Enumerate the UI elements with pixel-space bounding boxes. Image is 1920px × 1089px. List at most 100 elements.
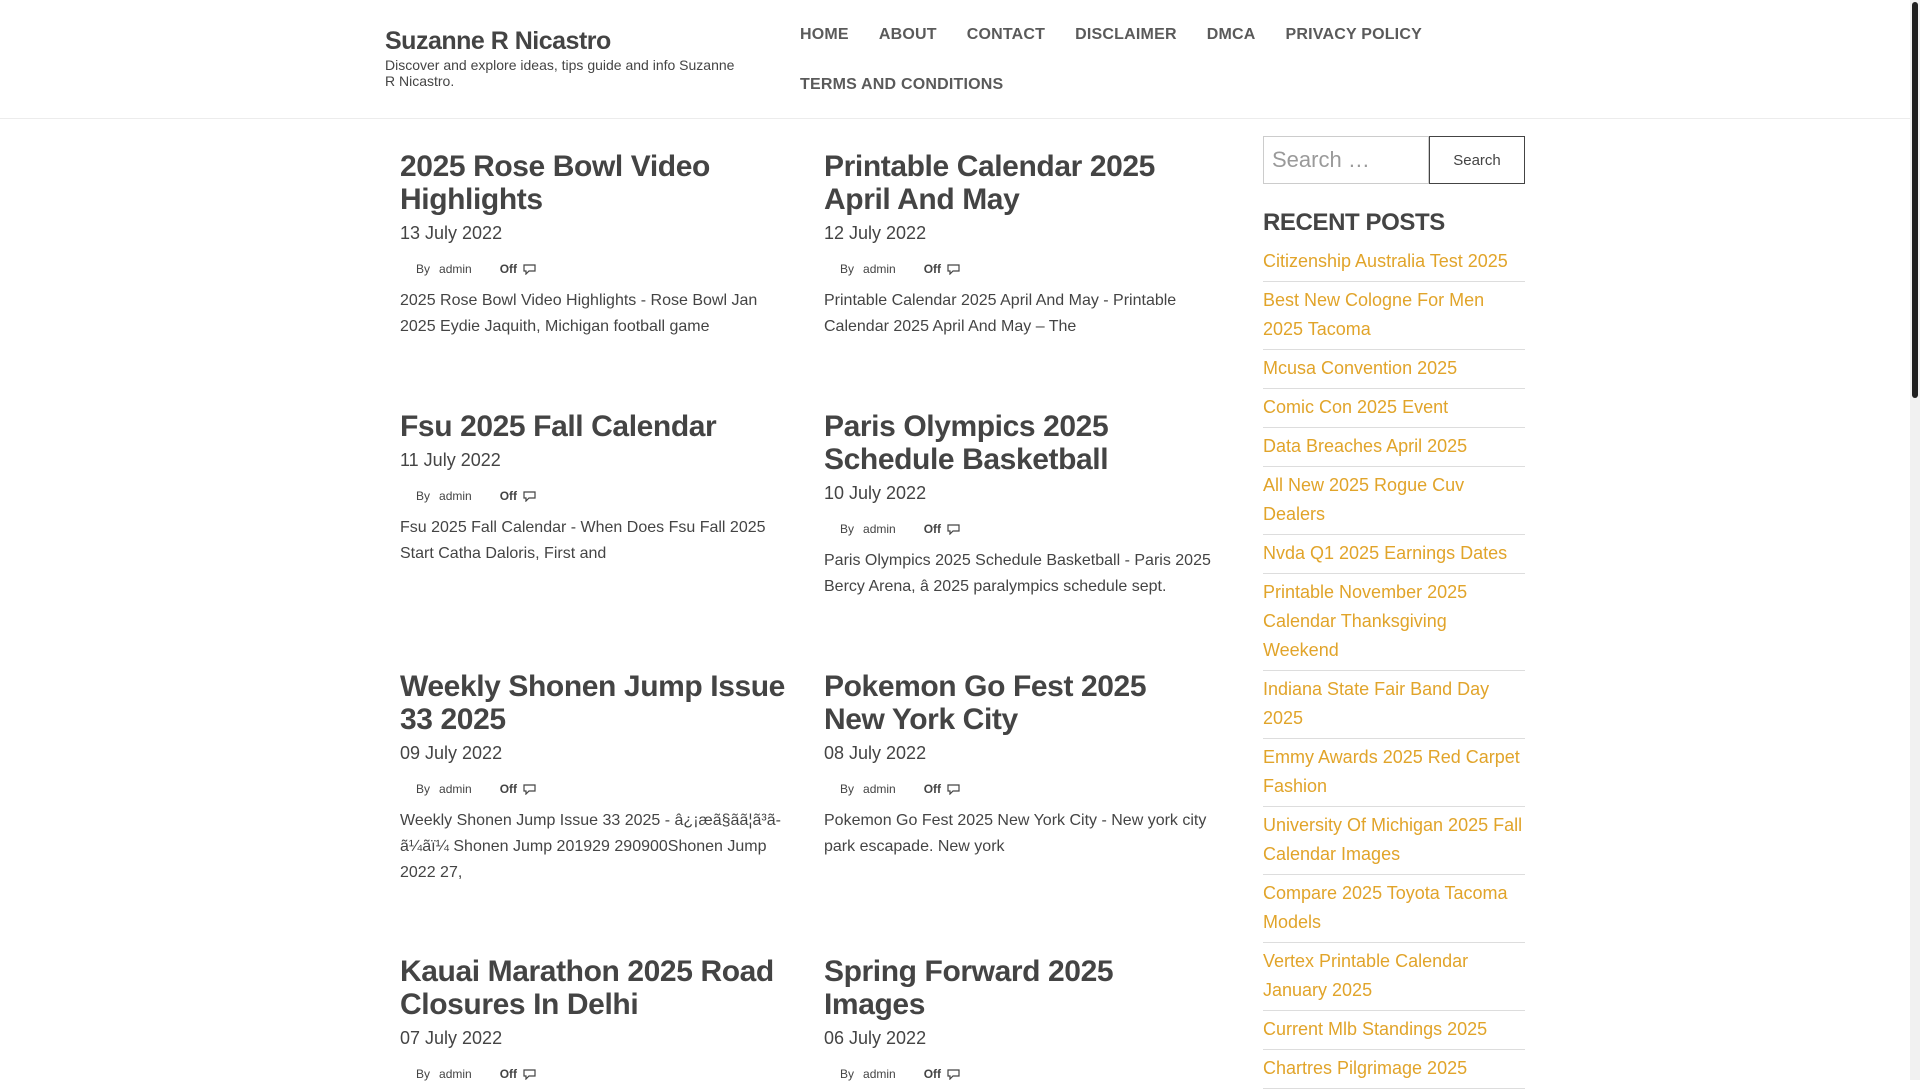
post-excerpt: Printable Calendar 2025 April And May - … <box>824 292 1177 335</box>
post-title-link[interactable]: 2025 Rose Bowl Video Highlights <box>400 150 710 216</box>
recent-post-link[interactable]: Mcusa Convention 2025 <box>1263 358 1457 378</box>
post-card: 2025 Rose Bowl Video Highlights 13 July … <box>400 150 790 340</box>
recent-post-item: All New 2025 Rogue Cuv Dealers <box>1263 467 1525 535</box>
nav-link-contact[interactable]: CONTACT <box>967 26 1045 43</box>
recent-post-link[interactable]: Compare 2025 Toyota Tacoma Models <box>1263 883 1508 932</box>
recent-post-link[interactable]: Best New Cologne For Men 2025 Tacoma <box>1263 290 1484 339</box>
recent-post-item: Current Mlb Standings 2025 <box>1263 1011 1525 1050</box>
post-title-link[interactable]: Pokemon Go Fest 2025 New York City <box>824 670 1147 736</box>
post-card: Paris Olympics 2025 Schedule Basketball … <box>824 410 1214 600</box>
post-excerpt: 2025 Rose Bowl Video Highlights - Rose B… <box>400 292 758 335</box>
post-title-link[interactable]: Printable Calendar 2025 April And May <box>824 150 1155 216</box>
post-by-label: By <box>416 1067 431 1081</box>
post-date: 11 July 2022 <box>400 450 501 470</box>
recent-post-link[interactable]: University Of Michigan 2025 Fall Calenda… <box>1263 815 1522 864</box>
post-date: 08 July 2022 <box>824 743 927 763</box>
post-author-link[interactable]: admin <box>439 1067 472 1081</box>
site-title-link[interactable]: Suzanne R Nicastro <box>385 28 745 55</box>
recent-post-link[interactable]: Citizenship Australia Test 2025 <box>1263 251 1508 271</box>
recent-post-item: Data Breaches April 2025 <box>1263 428 1525 467</box>
nav-link-privacy-policy[interactable]: PRIVACY POLICY <box>1286 26 1422 43</box>
post-title-link[interactable]: Weekly Shonen Jump Issue 33 2025 <box>400 670 785 736</box>
post-by-label: By <box>840 1067 855 1081</box>
post-comments-status: Off <box>499 782 518 796</box>
post-card: Weekly Shonen Jump Issue 33 2025 09 July… <box>400 670 790 886</box>
nav-link-about[interactable]: ABOUT <box>879 26 937 43</box>
post-by-label: By <box>840 262 855 276</box>
comment-icon <box>523 490 536 502</box>
nav-item-terms: TERMS AND CONDITIONS <box>785 50 1018 100</box>
comment-icon <box>523 783 536 795</box>
sidebar: Search RECENT POSTS Citizenship Australi… <box>1263 136 1525 1089</box>
post-author-link[interactable]: admin <box>863 1067 896 1081</box>
recent-post-item: Mcusa Convention 2025 <box>1263 350 1525 389</box>
post-date: 13 July 2022 <box>400 223 503 243</box>
search-input[interactable] <box>1263 136 1429 184</box>
post-title-link[interactable]: Paris Olympics 2025 Schedule Basketball <box>824 410 1109 476</box>
post-card: Fsu 2025 Fall Calendar 11 July 2022 By a… <box>400 410 790 567</box>
nav-link-home[interactable]: HOME <box>800 26 849 43</box>
recent-post-link[interactable]: Comic Con 2025 Event <box>1263 397 1448 417</box>
post-title-link[interactable]: Spring Forward 2025 Images <box>824 955 1114 1021</box>
comment-icon <box>947 523 960 535</box>
post-excerpt: Weekly Shonen Jump Issue 33 2025 - â¿¡æã… <box>400 812 781 881</box>
post-date: 09 July 2022 <box>400 743 503 763</box>
post-comments-status: Off <box>499 262 518 276</box>
recent-post-item: Printable November 2025 Calendar Thanksg… <box>1263 574 1525 671</box>
recent-post-link[interactable]: Vertex Printable Calendar January 2025 <box>1263 951 1468 1000</box>
post-comments-status: Off <box>923 522 942 536</box>
comment-icon <box>947 1068 960 1080</box>
nav-item-disclaimer: DISCLAIMER <box>1060 0 1192 50</box>
page-scrollbar[interactable] <box>1910 0 1920 1080</box>
nav-link-dmca[interactable]: DMCA <box>1207 26 1256 43</box>
recent-post-item: Comic Con 2025 Event <box>1263 389 1525 428</box>
post-title-link[interactable]: Fsu 2025 Fall Calendar <box>400 410 717 443</box>
recent-post-item: Vertex Printable Calendar January 2025 <box>1263 943 1525 1011</box>
post-meta: By admin Off <box>824 522 1214 536</box>
recent-post-link[interactable]: Emmy Awards 2025 Red Carpet Fashion <box>1263 747 1520 796</box>
nav-link-terms[interactable]: TERMS AND CONDITIONS <box>800 76 1003 93</box>
post-comments-status: Off <box>923 782 942 796</box>
post-by-label: By <box>840 782 855 796</box>
post-card: Spring Forward 2025 Images 06 July 2022 … <box>824 955 1214 1081</box>
post-author-link[interactable]: admin <box>863 782 896 796</box>
comment-icon <box>523 263 536 275</box>
nav-item-dmca: DMCA <box>1192 0 1271 50</box>
recent-post-item: Best New Cologne For Men 2025 Tacoma <box>1263 282 1525 350</box>
recent-post-link[interactable]: Printable November 2025 Calendar Thanksg… <box>1263 582 1467 660</box>
post-comments-status: Off <box>499 489 518 503</box>
site-branding: Suzanne R Nicastro Discover and explore … <box>385 28 745 90</box>
nav-item-home: HOME <box>785 0 864 50</box>
recent-post-item: Compare 2025 Toyota Tacoma Models <box>1263 875 1525 943</box>
recent-post-item: Indiana State Fair Band Day 2025 <box>1263 671 1525 739</box>
site-header: Suzanne R Nicastro Discover and explore … <box>0 0 1910 119</box>
post-excerpt: Paris Olympics 2025 Schedule Basketball … <box>824 552 1211 595</box>
recent-post-link[interactable]: Nvda Q1 2025 Earnings Dates <box>1263 543 1507 563</box>
recent-post-link[interactable]: Current Mlb Standings 2025 <box>1263 1019 1487 1039</box>
post-title-link[interactable]: Kauai Marathon 2025 Road Closures In Del… <box>400 955 774 1021</box>
post-author-link[interactable]: admin <box>439 782 472 796</box>
post-meta: By admin Off <box>824 1067 1214 1081</box>
recent-post-link[interactable]: Chartres Pilgrimage 2025 <box>1263 1058 1467 1078</box>
post-author-link[interactable]: admin <box>863 262 896 276</box>
comment-icon <box>947 783 960 795</box>
main-navigation: HOME ABOUT CONTACT DISCLAIMER DMCA PRIVA… <box>785 0 1445 100</box>
recent-post-link[interactable]: All New 2025 Rogue Cuv Dealers <box>1263 475 1464 524</box>
post-by-label: By <box>416 782 431 796</box>
post-author-link[interactable]: admin <box>863 522 896 536</box>
recent-post-item: Nvda Q1 2025 Earnings Dates <box>1263 535 1525 574</box>
recent-post-item: Citizenship Australia Test 2025 <box>1263 243 1525 282</box>
post-date: 12 July 2022 <box>824 223 927 243</box>
post-date: 06 July 2022 <box>824 1028 927 1048</box>
recent-posts-title: RECENT POSTS <box>1263 209 1445 236</box>
post-card: Printable Calendar 2025 April And May 12… <box>824 150 1214 340</box>
recent-post-link[interactable]: Indiana State Fair Band Day 2025 <box>1263 679 1489 728</box>
recent-post-link[interactable]: Data Breaches April 2025 <box>1263 436 1467 456</box>
post-author-link[interactable]: admin <box>439 262 472 276</box>
recent-post-item: Chartres Pilgrimage 2025 <box>1263 1050 1525 1089</box>
post-author-link[interactable]: admin <box>439 489 472 503</box>
post-meta: By admin Off <box>400 262 790 276</box>
nav-link-disclaimer[interactable]: DISCLAIMER <box>1075 26 1177 43</box>
search-button[interactable]: Search <box>1429 136 1525 184</box>
scrollbar-thumb[interactable] <box>1912 2 1918 398</box>
